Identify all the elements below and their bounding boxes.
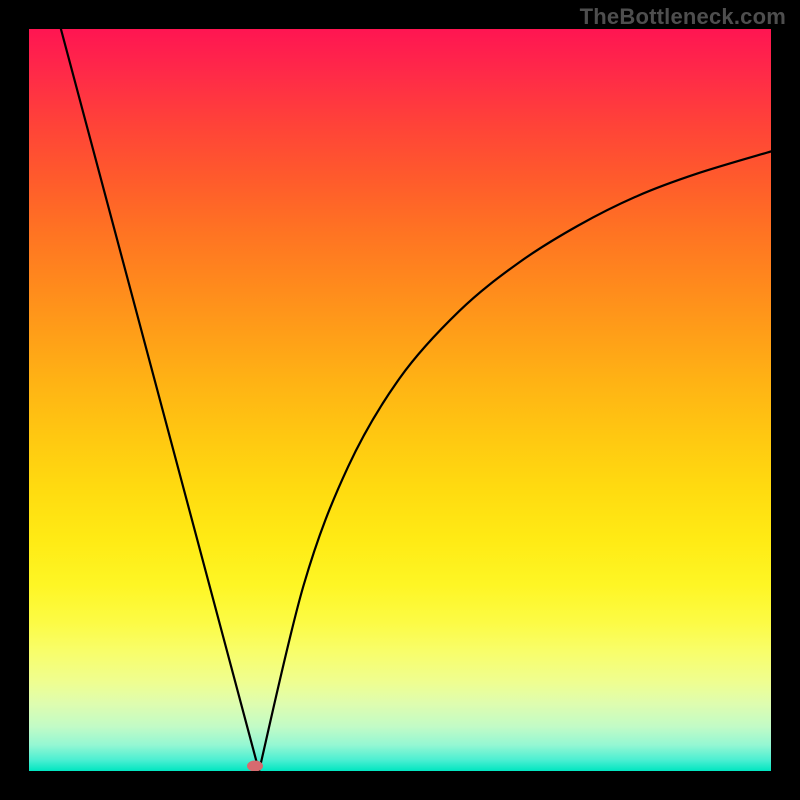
plot-area	[29, 29, 771, 771]
curve-path	[61, 29, 771, 771]
chart-frame: TheBottleneck.com	[0, 0, 800, 800]
bottleneck-curve	[29, 29, 771, 771]
optimum-marker	[247, 760, 263, 771]
watermark-text: TheBottleneck.com	[580, 4, 786, 30]
